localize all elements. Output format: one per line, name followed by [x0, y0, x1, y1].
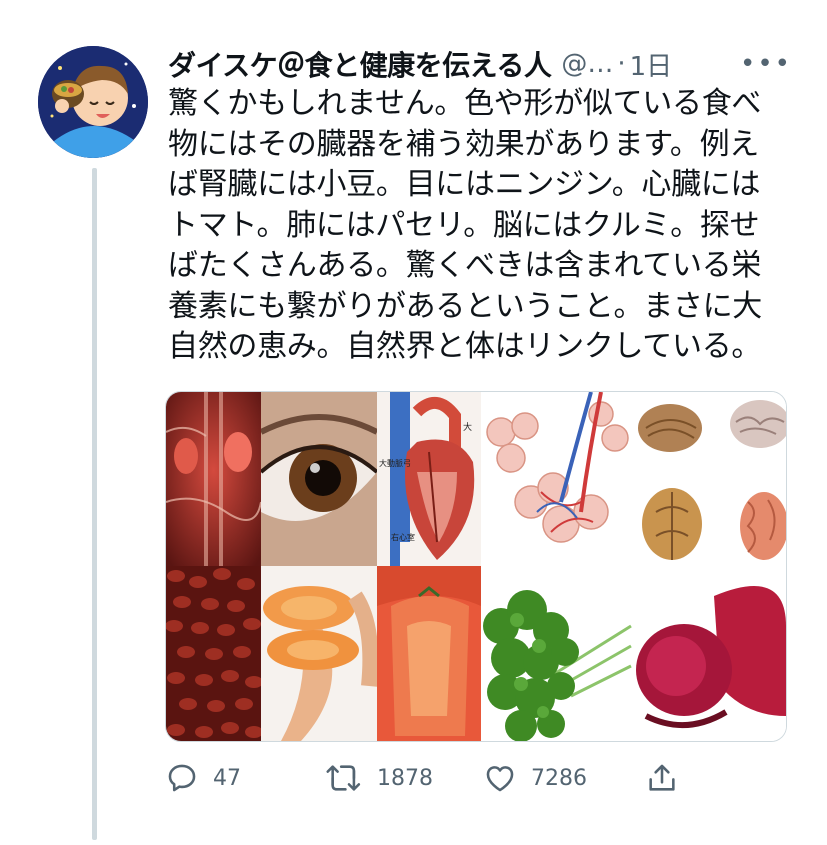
author-avatar[interactable] — [38, 46, 148, 158]
kidney-image — [166, 392, 261, 566]
like-count: 7286 — [531, 765, 587, 791]
tweet-header: ダイスケ＠食と健康を伝える人 @… · 1日 ••• — [168, 44, 808, 84]
heart-label-2: 大動脈弓 — [379, 459, 411, 468]
reply-count: 47 — [213, 765, 241, 791]
avatar-illustration — [38, 46, 148, 158]
lung-alveoli-image — [481, 392, 636, 566]
carrot-image — [261, 566, 377, 741]
share-icon — [649, 764, 675, 791]
heart-icon — [486, 766, 514, 792]
tweet-media-image[interactable]: 大 大動脈弓 右心室 — [165, 391, 787, 742]
retweet-icon — [326, 765, 361, 791]
heart-anatomy-image: 大 大動脈弓 右心室 — [377, 392, 481, 566]
retweet-button[interactable]: 1878 — [325, 758, 433, 798]
author-name[interactable]: ダイスケ＠食と健康を伝える人 — [168, 44, 552, 84]
retweet-count: 1878 — [377, 765, 433, 791]
reply-button[interactable]: 47 — [165, 758, 241, 798]
share-button[interactable] — [645, 758, 693, 798]
thread-connector-line — [92, 168, 97, 840]
tweet-timestamp[interactable]: 1日 — [630, 46, 673, 83]
reply-icon — [168, 764, 196, 792]
parsley-image — [481, 566, 636, 741]
tweet-text: 驚くかもしれません。色や形が似ている食べ 物にはその臓器を補う効果があります。例… — [168, 86, 762, 364]
author-handle[interactable]: @… — [561, 49, 613, 79]
tomato-image — [377, 566, 481, 741]
header-separator: · — [617, 49, 626, 79]
beet-image — [636, 566, 786, 741]
eye-image — [261, 392, 377, 566]
heart-label-1: 大 — [463, 423, 473, 433]
azuki-beans-image — [166, 566, 261, 741]
walnut-brain-image — [636, 392, 786, 566]
more-icon[interactable]: ••• — [740, 44, 792, 84]
like-button[interactable]: 7286 — [483, 758, 587, 798]
tweet-actions: 47 1878 7286 — [165, 758, 725, 798]
heart-label-3: 右心室 — [391, 533, 415, 542]
